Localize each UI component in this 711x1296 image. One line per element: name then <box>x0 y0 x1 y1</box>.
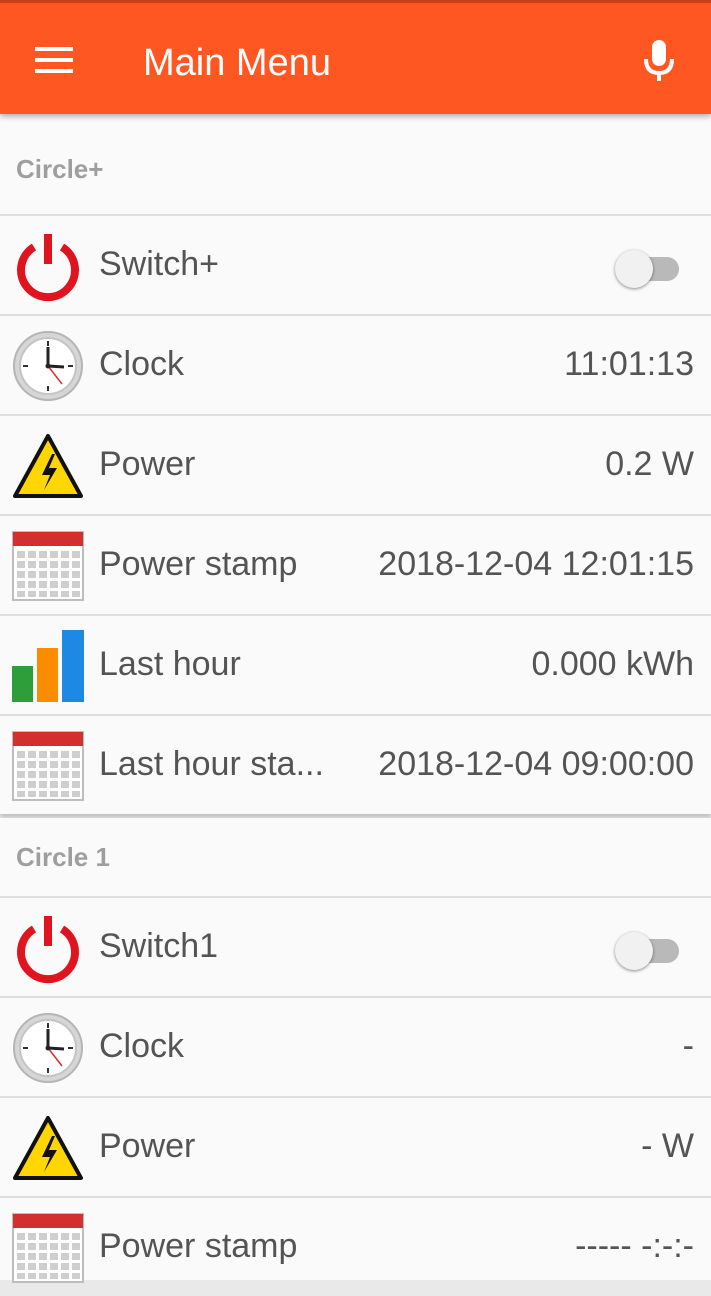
row-label: Power stamp <box>99 545 298 583</box>
clock-icon <box>13 331 83 401</box>
row-label: Last hour <box>99 645 241 683</box>
calendar-icon <box>12 531 84 601</box>
section-title: Circle+ <box>16 154 104 184</box>
section-title: Circle 1 <box>16 842 110 872</box>
section-circle-plus: Circle+ Switch+ Clock 11:01:13 Power 0.2… <box>0 114 711 814</box>
list-item-last-hour: Last hour 0.000 kWh <box>0 614 711 714</box>
clock-icon <box>13 1013 83 1083</box>
bar-chart-icon <box>12 630 84 702</box>
row-value: 11:01:13 <box>564 345 694 383</box>
list-item-last-hour-stamp: Last hour sta... 2018-12-04 09:00:00 <box>0 714 711 814</box>
switch-toggle[interactable] <box>615 250 683 288</box>
app-bar: Main Menu <box>0 0 711 114</box>
row-value: - W <box>641 1127 694 1165</box>
row-label: Clock <box>99 1027 185 1065</box>
power-icon <box>17 916 79 984</box>
list-item-power: Power - W <box>0 1096 711 1196</box>
power-icon <box>17 234 79 302</box>
row-label: Last hour sta... <box>99 745 324 783</box>
row-label: Power <box>99 1127 196 1165</box>
list-item-clock: Clock 11:01:13 <box>0 314 711 414</box>
microphone-icon <box>644 40 674 81</box>
list-item-power-stamp: Power stamp ----- -:-:- <box>0 1196 711 1296</box>
row-label: Power <box>99 445 196 483</box>
row-value: ----- -:-:- <box>575 1227 694 1265</box>
voice-input-button[interactable] <box>631 33 687 89</box>
warning-voltage-icon <box>13 1116 83 1180</box>
section-circle-1: Circle 1 Switch1 Clock - Power - W Power… <box>0 818 711 1283</box>
row-value: 2018-12-04 09:00:00 <box>378 745 694 783</box>
row-value: - <box>682 1027 694 1065</box>
hamburger-menu-icon <box>35 47 73 73</box>
row-label: Clock <box>99 345 185 383</box>
row-label: Switch+ <box>99 245 219 283</box>
row-label: Switch1 <box>99 927 219 965</box>
calendar-icon <box>12 1213 84 1283</box>
row-label: Power stamp <box>99 1227 298 1265</box>
row-value: 0.2 W <box>605 445 694 483</box>
list-item-clock: Clock - <box>0 996 711 1096</box>
switch-toggle[interactable] <box>615 932 683 970</box>
warning-voltage-icon <box>13 434 83 498</box>
list-item-switch[interactable]: Switch1 <box>0 896 711 996</box>
calendar-icon <box>12 731 84 801</box>
row-value: 2018-12-04 12:01:15 <box>378 545 694 583</box>
list-item-switch[interactable]: Switch+ <box>0 214 711 314</box>
row-value: 0.000 kWh <box>531 645 694 683</box>
list-item-power: Power 0.2 W <box>0 414 711 514</box>
menu-button[interactable] <box>20 33 90 87</box>
list-item-power-stamp: Power stamp 2018-12-04 12:01:15 <box>0 514 711 614</box>
page-title: Main Menu <box>143 42 331 84</box>
